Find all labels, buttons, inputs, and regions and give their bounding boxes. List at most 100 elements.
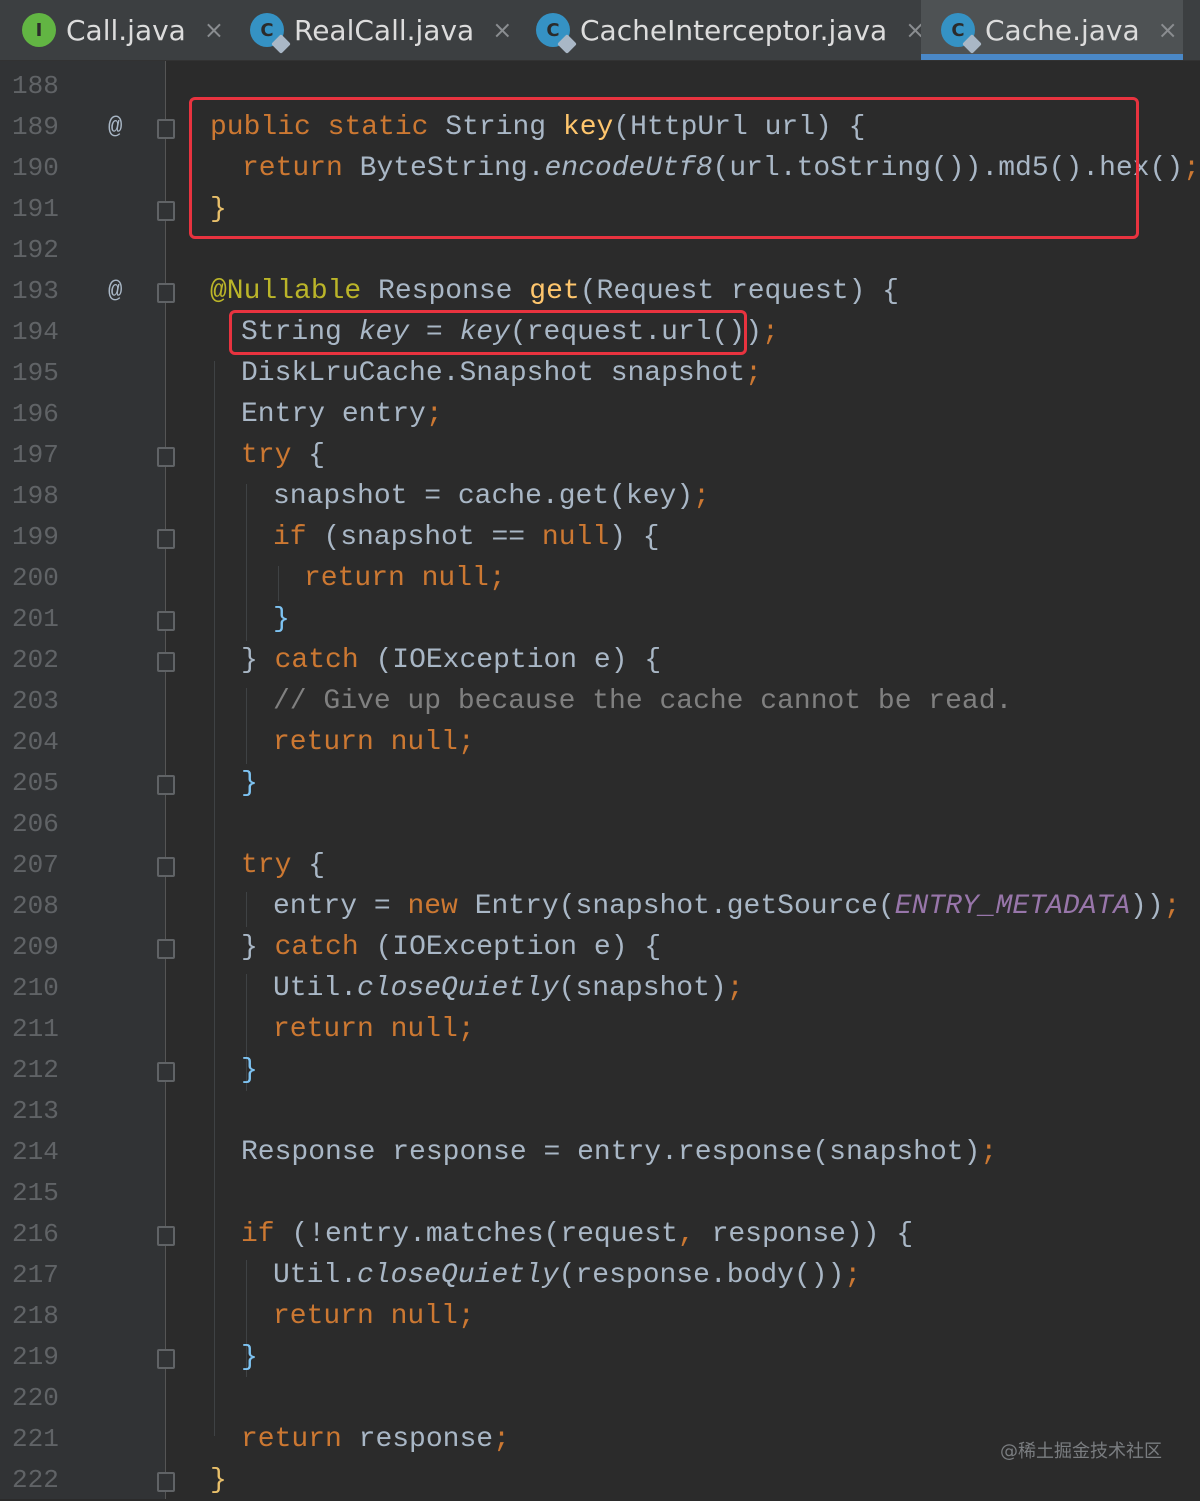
line-number: 210 — [12, 973, 59, 1003]
fold-icon[interactable] — [157, 1226, 175, 1246]
fold-icon[interactable] — [157, 652, 175, 672]
override-marker-icon[interactable]: @ — [108, 107, 122, 148]
line-number: 214 — [12, 1137, 59, 1167]
code-line: 215 — [0, 1173, 1200, 1214]
code-text: } — [241, 1055, 258, 1086]
line-number: 217 — [12, 1260, 59, 1290]
watermark: @稀土掘金技术社区 — [1000, 1441, 1162, 1462]
code-line: 202 } catch (IOException e) { — [0, 640, 1200, 681]
code-text: } catch (IOException e) { — [241, 645, 662, 676]
code-line: 213 — [0, 1091, 1200, 1132]
line-number: 216 — [12, 1219, 59, 1249]
code-line: 210 Util.closeQuietly(snapshot); — [0, 968, 1200, 1009]
code-text: } — [241, 1342, 258, 1373]
code-line: 200 return null; — [0, 558, 1200, 599]
line-number: 206 — [12, 809, 59, 839]
close-icon[interactable]: × — [492, 16, 512, 44]
code-text: Util.closeQuietly(snapshot); — [273, 973, 744, 1004]
code-text: DiskLruCache.Snapshot snapshot; — [241, 358, 762, 389]
code-text: try { — [241, 850, 326, 881]
tab-realcall-java[interactable]: C RealCall.java × — [250, 0, 512, 60]
code-text: Util.closeQuietly(response.body()); — [273, 1260, 862, 1291]
line-number: 205 — [12, 768, 59, 798]
fold-icon[interactable] — [157, 611, 175, 631]
close-icon[interactable]: × — [1158, 16, 1178, 44]
code-text: } — [210, 1465, 227, 1496]
line-number: 196 — [12, 399, 59, 429]
code-line: 220 — [0, 1378, 1200, 1419]
code-text: return response; — [241, 1424, 510, 1455]
editor-tab-bar: I Call.java × C RealCall.java × C CacheI… — [0, 0, 1200, 61]
code-line: 216 if (!entry.matches(request, response… — [0, 1214, 1200, 1255]
tab-label: RealCall.java — [294, 13, 475, 47]
fold-icon[interactable] — [157, 1472, 175, 1492]
code-text: } catch (IOException e) { — [241, 932, 662, 963]
code-line: 206 — [0, 804, 1200, 845]
line-number: 211 — [12, 1014, 59, 1044]
code-line: 205 } — [0, 763, 1200, 804]
code-text: snapshot = cache.get(key); — [273, 481, 710, 512]
interface-icon: I — [22, 13, 56, 47]
code-text: } — [273, 604, 290, 635]
line-number: 199 — [12, 522, 59, 552]
code-line: 219 } — [0, 1337, 1200, 1378]
line-number: 194 — [12, 317, 59, 347]
code-line: 196 Entry entry; — [0, 394, 1200, 435]
code-text: entry = new Entry(snapshot.getSource(ENT… — [273, 891, 1181, 922]
line-number: 195 — [12, 358, 59, 388]
line-number: 220 — [12, 1383, 59, 1413]
fold-icon[interactable] — [157, 283, 175, 303]
code-text: return null; — [273, 1014, 475, 1045]
line-number: 222 — [12, 1465, 59, 1495]
code-text: @Nullable Response get(Request request) … — [210, 276, 900, 307]
line-number: 204 — [12, 727, 59, 757]
tab-cacheinterceptor-java[interactable]: C CacheInterceptor.java × — [536, 0, 925, 60]
fold-icon[interactable] — [157, 119, 175, 139]
code-text: Response response = entry.response(snaps… — [241, 1137, 998, 1168]
code-line: 208 entry = new Entry(snapshot.getSource… — [0, 886, 1200, 927]
line-number: 201 — [12, 604, 59, 634]
code-line: 207 try { — [0, 845, 1200, 886]
code-text: return null; — [304, 563, 506, 594]
code-line: 218 return null; — [0, 1296, 1200, 1337]
class-icon: C — [536, 13, 570, 47]
fold-icon[interactable] — [157, 529, 175, 549]
tab-label: Call.java — [66, 13, 186, 47]
line-number: 193 — [12, 276, 59, 306]
code-line: 198 snapshot = cache.get(key); — [0, 476, 1200, 517]
tab-cache-java[interactable]: C Cache.java × — [921, 0, 1183, 60]
line-number: 208 — [12, 891, 59, 921]
line-number: 221 — [12, 1424, 59, 1454]
fold-icon[interactable] — [157, 1349, 175, 1369]
code-line: 193 @ @Nullable Response get(Request req… — [0, 271, 1200, 312]
line-number: 192 — [12, 235, 59, 265]
line-number: 209 — [12, 932, 59, 962]
code-line: 201 } — [0, 599, 1200, 640]
tab-call-java[interactable]: I Call.java × — [22, 0, 224, 60]
code-line: 222 } — [0, 1460, 1200, 1501]
code-line: 203 // Give up because the cache cannot … — [0, 681, 1200, 722]
fold-icon[interactable] — [157, 857, 175, 877]
code-text: if (!entry.matches(request, response)) { — [241, 1219, 914, 1250]
line-number: 203 — [12, 686, 59, 716]
fold-icon[interactable] — [157, 939, 175, 959]
line-number: 219 — [12, 1342, 59, 1372]
code-line: 209 } catch (IOException e) { — [0, 927, 1200, 968]
line-number: 191 — [12, 194, 59, 224]
code-text: try { — [241, 440, 326, 471]
line-number: 202 — [12, 645, 59, 675]
fold-icon[interactable] — [157, 201, 175, 221]
code-line: 211 return null; — [0, 1009, 1200, 1050]
line-number: 197 — [12, 440, 59, 470]
fold-icon[interactable] — [157, 775, 175, 795]
close-icon[interactable]: × — [204, 16, 224, 44]
code-editor[interactable]: 188 189 @ public static String key(HttpU… — [0, 61, 1200, 1499]
fold-icon[interactable] — [157, 1062, 175, 1082]
line-number: 190 — [12, 153, 59, 183]
line-number: 218 — [12, 1301, 59, 1331]
line-number: 212 — [12, 1055, 59, 1085]
fold-icon[interactable] — [157, 447, 175, 467]
override-marker-icon[interactable]: @ — [108, 271, 122, 312]
line-number: 215 — [12, 1178, 59, 1208]
line-number: 207 — [12, 850, 59, 880]
